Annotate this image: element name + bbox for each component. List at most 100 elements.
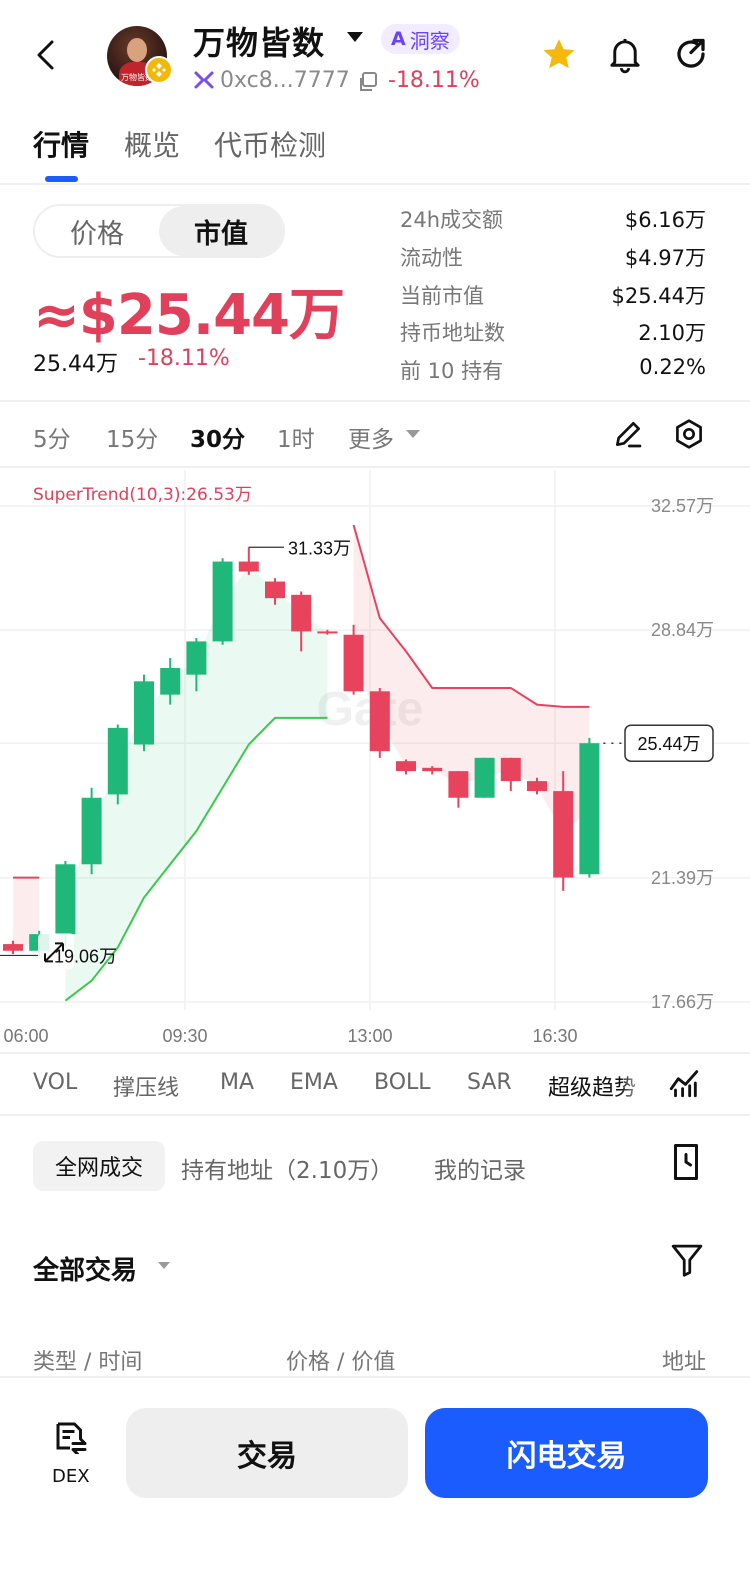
indicator-ema[interactable]: EMA <box>290 1070 338 1095</box>
dex-swap-icon[interactable] <box>52 1418 88 1454</box>
stat-value-market-cap: $25.44万 <box>611 284 706 308</box>
chain-logo-icon <box>194 71 214 89</box>
all-trades-filter[interactable]: 全部交易 <box>33 1250 137 1287</box>
candle-body <box>238 561 259 572</box>
trade-tab-my-records[interactable]: 我的记录 <box>434 1151 526 1185</box>
toggle-price[interactable]: 价格 <box>35 206 159 256</box>
candle-body <box>55 864 76 935</box>
stat-value-top10: 0.22% <box>639 355 706 379</box>
x-tick-label: 06:00 <box>3 1026 48 1046</box>
supertrend-down-fill <box>353 524 590 835</box>
current-price-label: 25.44万 <box>637 734 700 754</box>
copy-icon[interactable] <box>358 72 378 92</box>
tab-overview[interactable]: 概览 <box>124 124 180 164</box>
candle-body <box>160 668 181 695</box>
share-icon[interactable] <box>673 36 709 72</box>
candle-body <box>265 581 285 599</box>
candle-body <box>500 757 521 782</box>
candle-body <box>553 791 574 878</box>
tabs-divider <box>0 183 750 185</box>
candle-body <box>317 631 338 634</box>
stat-label-market-cap: 当前市值 <box>400 284 484 308</box>
stat-label-liquidity: 流动性 <box>400 246 463 270</box>
candle-body <box>369 691 390 752</box>
interval-1h[interactable]: 1时 <box>277 420 315 454</box>
header: 万物皆数 万物皆数 A 洞察 0xc8...7777 -18.11% <box>0 0 750 110</box>
toggle-market-cap[interactable]: 市值 <box>159 206 283 256</box>
indicators-divider <box>0 1114 750 1116</box>
bnb-chain-icon <box>145 56 173 84</box>
indicator-settings-icon[interactable] <box>667 1066 701 1100</box>
indicator-boll[interactable]: BOLL <box>374 1070 431 1095</box>
column-type-time: 类型 / 时间 <box>33 1350 143 1375</box>
stat-label-holders: 持币地址数 <box>400 321 505 345</box>
candle-body <box>474 757 495 798</box>
x-tick-label: 13:00 <box>347 1026 392 1046</box>
interval-30m[interactable]: 30分 <box>190 420 245 454</box>
chart-divider <box>0 1052 750 1054</box>
indicator-sar[interactable]: SAR <box>467 1070 512 1095</box>
history-icon[interactable] <box>668 1142 704 1182</box>
tab-token-check[interactable]: 代币检测 <box>214 124 326 164</box>
indicator-vol[interactable]: VOL <box>33 1070 77 1095</box>
indicator-support-resistance[interactable]: 撑压线 <box>113 1070 179 1102</box>
candle-body <box>81 797 102 865</box>
interval-more[interactable]: 更多 <box>348 420 394 454</box>
ai-icon: A <box>391 28 406 50</box>
trade-tab-holders[interactable]: 持有地址（2.10万） <box>181 1151 393 1185</box>
ai-insight-badge[interactable]: A 洞察 <box>381 24 460 54</box>
pencil-icon[interactable] <box>612 418 644 450</box>
token-name[interactable]: 万物皆数 <box>193 18 325 64</box>
candle-body <box>134 681 154 745</box>
candle-body <box>186 641 207 675</box>
interval-5m[interactable]: 5分 <box>33 420 71 454</box>
all-trades-caret-icon[interactable] <box>158 1262 170 1269</box>
candle-body <box>422 767 443 772</box>
high-price-label: 31.33万 <box>288 538 351 558</box>
x-tick-label: 09:30 <box>162 1026 207 1046</box>
candlestick-chart[interactable]: Gate32.57万28.84万21.39万17.66万25.44万31.33万… <box>0 470 750 1050</box>
back-arrow-icon[interactable] <box>30 38 64 72</box>
indicator-scroll-fade <box>620 1062 650 1106</box>
indicator-ma[interactable]: MA <box>220 1070 254 1095</box>
candle-body <box>343 634 364 692</box>
candle-body <box>579 743 600 875</box>
stat-value-holders: 2.10万 <box>638 321 706 345</box>
y-tick-label: 28.84万 <box>651 620 714 640</box>
favorite-star-icon[interactable] <box>540 36 578 74</box>
candle-body <box>527 781 547 792</box>
y-tick-label: 32.57万 <box>651 496 714 516</box>
bell-icon[interactable] <box>607 36 643 74</box>
y-tick-label: 21.39万 <box>651 868 714 888</box>
market-cap-sub-value: 25.44万 <box>33 352 118 377</box>
y-tick-label: 17.66万 <box>651 992 714 1012</box>
stat-label-volume: 24h成交额 <box>400 208 504 232</box>
interval-15m[interactable]: 15分 <box>106 420 158 454</box>
market-cap-value: ≈$25.44万 <box>33 283 345 348</box>
ai-insight-label: 洞察 <box>409 28 450 53</box>
header-price-change: -18.11% <box>388 68 480 93</box>
token-switch-caret-icon[interactable] <box>347 32 363 42</box>
settings-gear-icon[interactable] <box>673 418 705 450</box>
dex-label[interactable]: DEX <box>52 1466 90 1487</box>
price-mcap-toggle[interactable]: 价格 市值 <box>33 204 285 258</box>
more-caret-icon[interactable] <box>406 430 420 438</box>
tab-market[interactable]: 行情 <box>33 124 89 164</box>
stat-value-liquidity: $4.97万 <box>624 246 706 270</box>
candle-body <box>396 761 416 772</box>
trade-button[interactable]: 交易 <box>126 1408 408 1498</box>
stat-label-top10: 前 10 持有 <box>400 359 504 383</box>
column-price-value: 价格 / 价值 <box>286 1350 396 1375</box>
candle-body <box>291 594 312 632</box>
stat-value-volume: $6.16万 <box>624 208 706 232</box>
column-address: 地址 <box>661 1350 706 1375</box>
x-tick-label: 16:30 <box>532 1026 577 1046</box>
intervals-divider <box>0 466 750 468</box>
candle-body <box>212 561 233 642</box>
filter-funnel-icon[interactable] <box>670 1242 704 1278</box>
low-price-label: 19.06万 <box>54 946 117 966</box>
trade-tab-all[interactable]: 全网成交 <box>33 1141 165 1191</box>
flash-trade-button[interactable]: 闪电交易 <box>425 1408 708 1498</box>
candle-body <box>107 727 128 795</box>
candle-body <box>448 771 469 798</box>
